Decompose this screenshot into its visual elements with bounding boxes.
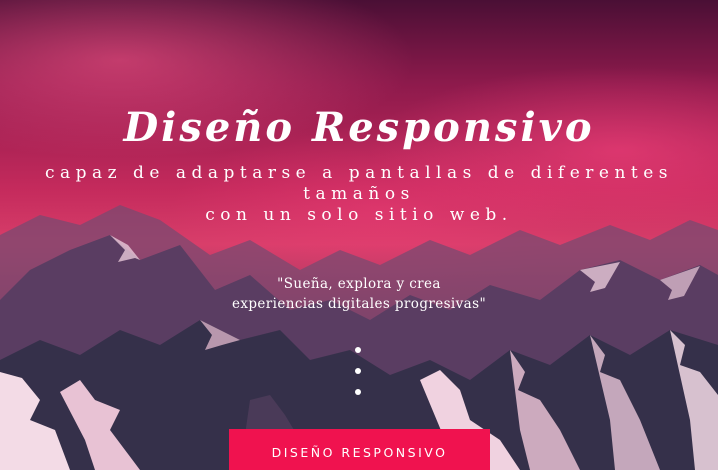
quote-line: "Sueña, explora y crea (277, 276, 441, 292)
hero-banner: Diseño Responsivo capaz de adaptarse a p… (0, 0, 718, 470)
scroll-dot-icon (355, 368, 361, 374)
subtitle-line: tamaños (303, 184, 415, 204)
subtitle-line: capaz de adaptarse a pantallas de difere… (44, 163, 674, 183)
hero-subtitle: capaz de adaptarse a pantallas de difere… (0, 163, 718, 226)
cta-button[interactable]: DISEÑO RESPONSIVO (229, 429, 490, 470)
scroll-indicator[interactable] (355, 347, 363, 403)
subtitle-line: con un solo sitio web. (205, 205, 513, 225)
hero-quote: "Sueña, explora y crea experiencias digi… (0, 274, 718, 314)
quote-line: experiencias digitales progresivas" (231, 296, 487, 312)
scroll-dot-icon (355, 389, 361, 395)
scroll-dot-icon (355, 347, 361, 353)
page-title: Diseño Responsivo (123, 104, 595, 151)
